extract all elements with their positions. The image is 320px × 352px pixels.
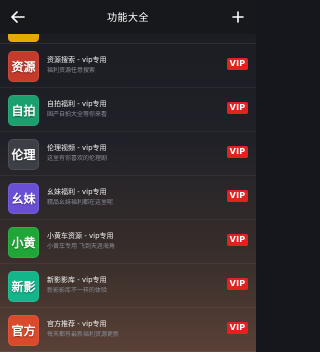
vip-badge: VIP (227, 322, 248, 334)
app-desc: 每天都有最新福利资源更新 (47, 331, 120, 338)
vip-badge: VIP (227, 146, 248, 158)
app-desc: 精品幺妹福利都在这里呢 (47, 199, 114, 206)
add-button[interactable] (228, 7, 248, 27)
top-bar: 功能大全 (0, 0, 256, 34)
app-name: 伦理视频 - vip专用 (47, 144, 107, 152)
list-item[interactable]: 小黄 小黄车资源 - vip专用 小黄车专用 飞到天涯海角 VIP (0, 220, 256, 264)
app-icon: 伦理 (8, 139, 39, 170)
app-text: 伦理视频 - vip专用 这里有你喜欢的伦理剧 (47, 144, 217, 163)
app-icon: 官方 (8, 315, 39, 346)
vip-badge: VIP (227, 278, 248, 290)
vip-badge: VIP (227, 102, 248, 114)
vip-badge: VIP (227, 58, 248, 70)
app-text: 自拍福利 - vip专用 国产自拍大全等你来看 (47, 100, 217, 119)
app-text: 幺妹福利 - vip专用 精品幺妹福利都在这里呢 (47, 188, 217, 207)
app-desc: 新影影库不一样的体验 (47, 287, 108, 294)
screen: 功能大全 资源 资源搜索 - vip专用 福利资源任意搜索 VIP 自拍 自拍福… (0, 0, 256, 352)
vip-badge: VIP (227, 234, 248, 246)
app-desc: 国产自拍大全等你来看 (47, 111, 108, 118)
app-icon: 幺妹 (8, 183, 39, 214)
app-icon: 资源 (8, 51, 39, 82)
list-item[interactable]: 资源 资源搜索 - vip专用 福利资源任意搜索 VIP (0, 44, 256, 88)
app-icon: 小黄 (8, 227, 39, 258)
list-item[interactable]: 新影 新影影库 - vip专用 新影影库不一样的体验 VIP (0, 264, 256, 308)
page-title: 功能大全 (107, 13, 149, 24)
app-name: 小黄车资源 - vip专用 (47, 232, 114, 240)
app-text: 新影影库 - vip专用 新影影库不一样的体验 (47, 276, 217, 295)
partial-app-icon (8, 34, 39, 42)
app-name: 自拍福利 - vip专用 (47, 100, 107, 108)
list-item[interactable]: 自拍 自拍福利 - vip专用 国产自拍大全等你来看 VIP (0, 88, 256, 132)
app-desc: 这里有你喜欢的伦理剧 (47, 155, 108, 162)
app-name: 新影影库 - vip专用 (47, 276, 107, 284)
app-text: 小黄车资源 - vip专用 小黄车专用 飞到天涯海角 (47, 232, 217, 251)
list-item[interactable]: 伦理 伦理视频 - vip专用 这里有你喜欢的伦理剧 VIP (0, 132, 256, 176)
list-item[interactable]: 官方 官方推荐 - vip专用 每天都有最新福利资源更新 VIP (0, 308, 256, 352)
vip-badge: VIP (227, 190, 248, 202)
app-text: 官方推荐 - vip专用 每天都有最新福利资源更新 (47, 320, 217, 339)
app-name: 幺妹福利 - vip专用 (47, 188, 107, 196)
app-name: 资源搜索 - vip专用 (47, 56, 107, 64)
app-desc: 福利资源任意搜索 (47, 67, 96, 74)
app-text: 资源搜索 - vip专用 福利资源任意搜索 (47, 56, 217, 75)
app-icon: 新影 (8, 271, 39, 302)
app-icon: 自拍 (8, 95, 39, 126)
app-list: 资源 资源搜索 - vip专用 福利资源任意搜索 VIP 自拍 自拍福利 - v… (0, 44, 256, 352)
plus-icon (232, 11, 244, 23)
list-item[interactable]: 幺妹 幺妹福利 - vip专用 精品幺妹福利都在这里呢 VIP (0, 176, 256, 220)
app-desc: 小黄车专用 飞到天涯海角 (47, 243, 115, 250)
app-name: 官方推荐 - vip专用 (47, 320, 107, 328)
